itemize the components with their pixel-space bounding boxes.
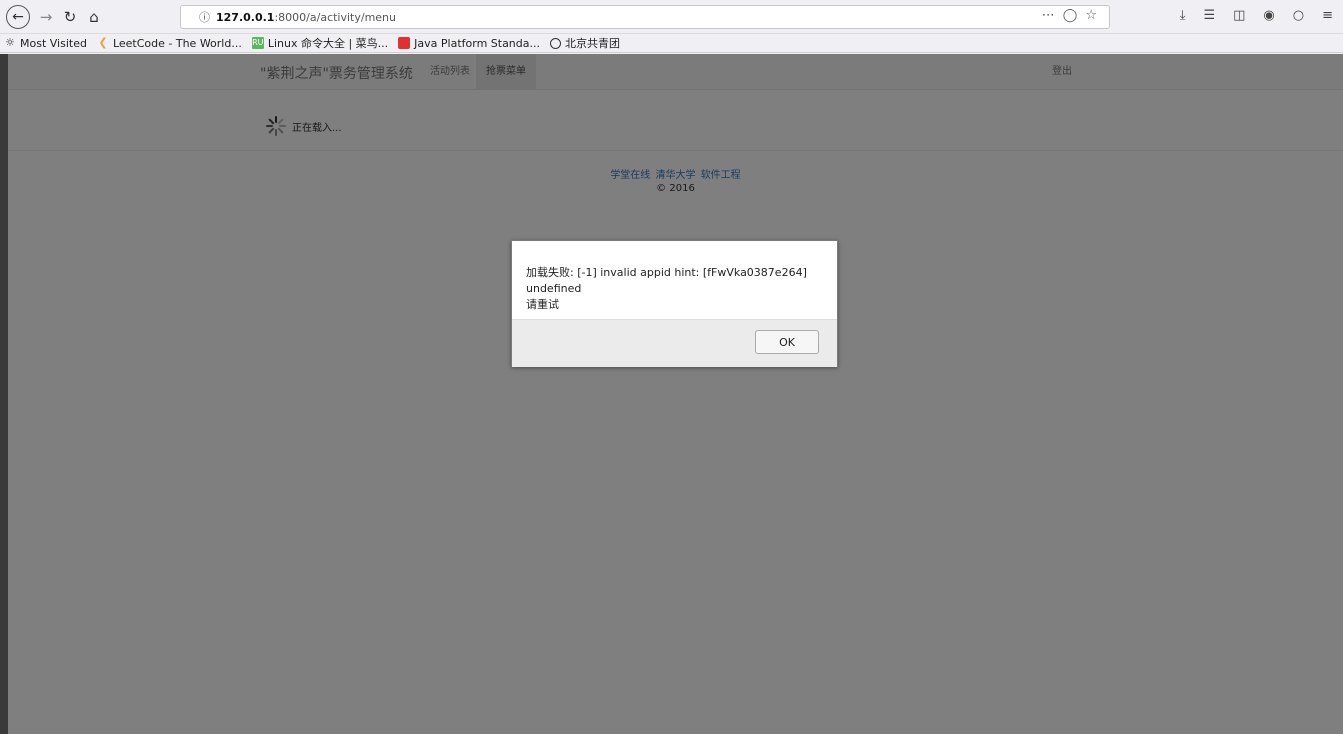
bookmark-label: Most Visited [20, 36, 87, 50]
home-icon[interactable]: ⌂ [84, 5, 104, 29]
alert-message-line: 加载失败: [-1] invalid appid hint: [fFwVka03… [526, 266, 807, 295]
bookmark-label: Linux 命令大全 | 菜鸟... [267, 37, 389, 50]
library-icon[interactable]: ☰ [1203, 8, 1215, 23]
info-icon[interactable]: ⓘ [199, 9, 210, 25]
browser-toolbar: ← → ↻ ⌂ ⓘ 127.0.0.1:8000/a/activity/menu… [0, 0, 1343, 34]
window-left-edge [0, 54, 8, 734]
bookmark-runoob[interactable]: RU Linux 命令大全 | 菜鸟... [251, 35, 389, 51]
account-icon[interactable]: ◉ [1263, 8, 1274, 23]
url-path: :8000/a/activity/menu [274, 10, 397, 24]
bookmark-label: 北京共青团 [565, 37, 620, 50]
forward-arrow-icon[interactable]: → [36, 5, 56, 29]
modal-overlay [8, 54, 1343, 734]
globe-icon [550, 37, 561, 49]
alert-message: 加载失败: [-1] invalid appid hint: [fFwVka03… [512, 241, 837, 319]
pocket-icon[interactable]: ◯ [1063, 8, 1078, 23]
reload-icon[interactable]: ↻ [60, 5, 80, 29]
ok-button[interactable]: OK [755, 330, 819, 354]
menu-icon[interactable]: ≡ [1322, 8, 1333, 23]
bookmarks-bar: ☼ Most Visited ❮ LeetCode - The World...… [0, 34, 1343, 53]
bookmark-star-icon[interactable]: ☆ [1085, 8, 1097, 23]
address-bar[interactable]: ⓘ 127.0.0.1:8000/a/activity/menu ⋯ ◯ ☆ [180, 5, 1110, 29]
leetcode-icon: ❮ [98, 36, 108, 49]
runoob-icon: RU [251, 37, 264, 49]
bookmark-leetcode[interactable]: ❮ LeetCode - The World... [97, 36, 242, 50]
bookmark-label: LeetCode - The World... [112, 36, 242, 50]
alert-footer: OK [512, 319, 837, 367]
bookmark-most-visited[interactable]: ☼ Most Visited [4, 37, 87, 50]
page-actions-icon[interactable]: ⋯ [1042, 8, 1055, 23]
alert-message-line: 请重试 [526, 298, 559, 311]
bookmark-beijing[interactable]: 北京共青团 [550, 35, 620, 51]
back-arrow-icon[interactable]: ← [6, 5, 30, 29]
bookmark-java[interactable]: Java Platform Standa... [398, 37, 540, 50]
alert-dialog: 加载失败: [-1] invalid appid hint: [fFwVka03… [511, 240, 838, 367]
sidebar-icon[interactable]: ◫ [1233, 8, 1245, 23]
url-host: 127.0.0.1 [216, 10, 275, 24]
oracle-icon [398, 37, 411, 49]
extension-icon[interactable]: ○ [1293, 8, 1304, 23]
star-gear-icon: ☼ [5, 36, 15, 49]
bookmark-label: Java Platform Standa... [414, 36, 540, 50]
download-icon[interactable]: ⤓ [1180, 8, 1186, 23]
